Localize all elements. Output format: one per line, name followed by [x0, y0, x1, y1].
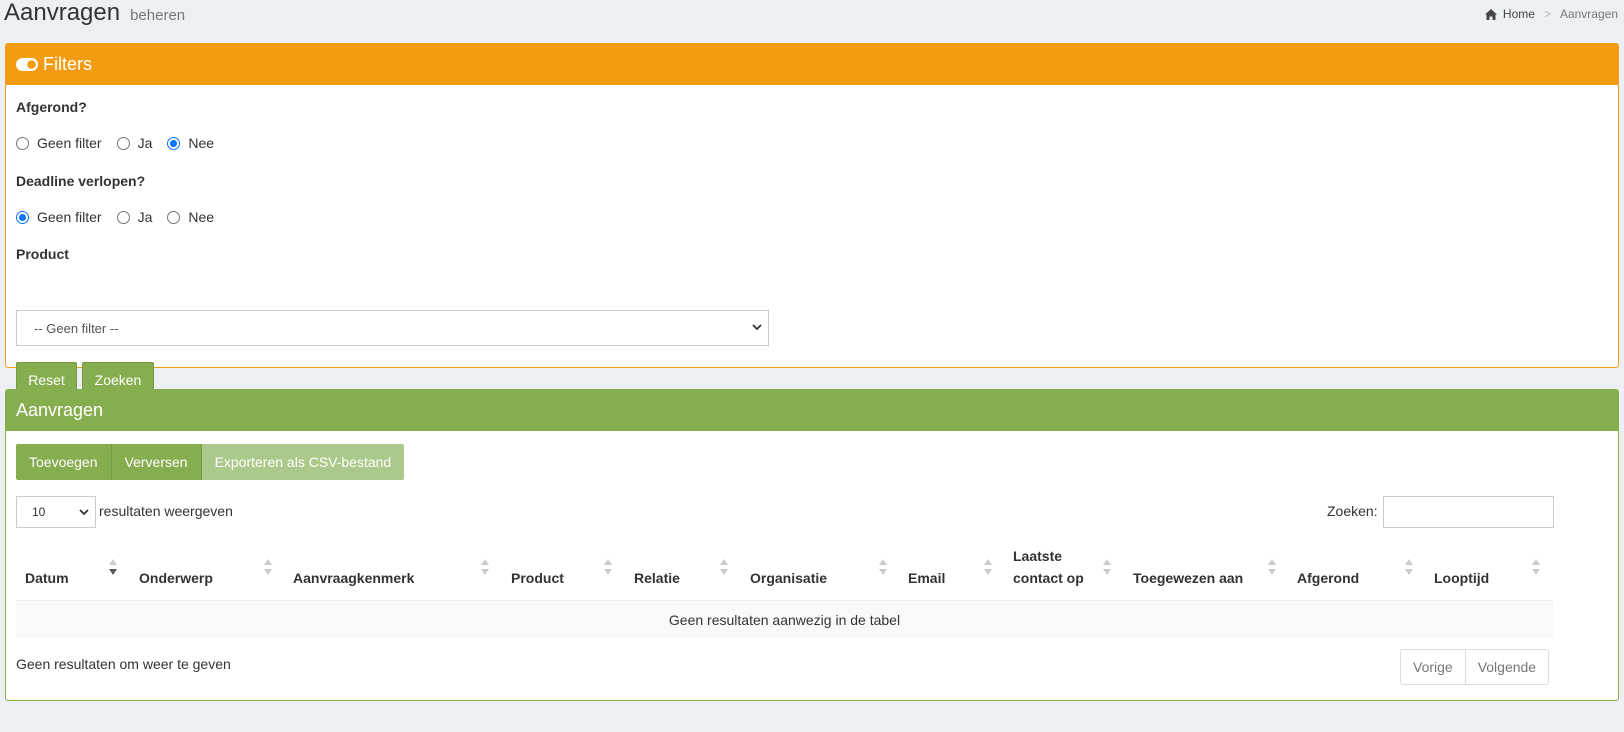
- page-title: Aanvragen beheren: [4, 0, 185, 27]
- home-icon[interactable]: [1484, 8, 1497, 20]
- radio-button-checked[interactable]: [16, 210, 29, 224]
- page-length-value: 10: [32, 505, 46, 519]
- radio-button[interactable]: [116, 210, 130, 224]
- breadcrumb-home[interactable]: Home: [1503, 7, 1535, 21]
- sort-desc-icon: [109, 559, 117, 575]
- afgerond-option-geen-filter[interactable]: Geen filter: [16, 135, 102, 151]
- column-header-email[interactable]: Email: [908, 567, 945, 589]
- previous-page-button[interactable]: Vorige: [1401, 650, 1466, 684]
- deadline-option-ja[interactable]: Ja: [116, 209, 153, 225]
- table-header-row: Datum Onderwerp Aanvraagkenmerk Product …: [16, 542, 1553, 599]
- toggle-on-icon: [16, 58, 38, 71]
- breadcrumb-separator: >: [1543, 7, 1551, 21]
- sort-both-icon: [720, 559, 728, 575]
- table-search-input[interactable]: [1383, 496, 1554, 528]
- export-csv-button[interactable]: Exporteren als CSV-bestand: [201, 444, 405, 480]
- deadline-option-geen-filter[interactable]: Geen filter: [16, 209, 102, 225]
- sort-both-icon: [481, 559, 489, 575]
- radio-label: Nee: [188, 135, 215, 151]
- page-length-label: resultaten weergeven: [99, 503, 233, 519]
- sort-both-icon: [984, 559, 992, 575]
- column-header-looptijd[interactable]: Looptijd: [1434, 567, 1489, 589]
- radio-label: Ja: [137, 135, 153, 151]
- sort-both-icon: [264, 559, 272, 575]
- add-button[interactable]: Toevoegen: [16, 444, 112, 480]
- product-select-value: -- Geen filter --: [34, 320, 119, 336]
- deadline-radio-group: Geen filter Ja Nee: [16, 209, 229, 225]
- column-header-afgerond[interactable]: Afgerond: [1297, 567, 1359, 589]
- product-label: Product: [16, 246, 69, 262]
- radio-button[interactable]: [116, 136, 130, 150]
- radio-label: Geen filter: [37, 209, 102, 225]
- requests-header: Aanvragen: [6, 390, 1618, 431]
- sort-both-icon: [1103, 559, 1111, 575]
- column-header-relatie[interactable]: Relatie: [634, 567, 680, 589]
- sort-both-icon: [1405, 559, 1413, 575]
- column-header-aanvraagkenmerk[interactable]: Aanvraagkenmerk: [293, 567, 414, 589]
- filters-header[interactable]: Filters: [6, 44, 1618, 85]
- radio-label: Geen filter: [37, 135, 102, 151]
- afgerond-label: Afgerond?: [16, 99, 87, 115]
- column-header-laatste-contact-op[interactable]: Laatste contact op: [1013, 545, 1098, 589]
- column-header-datum[interactable]: Datum: [25, 567, 69, 589]
- breadcrumb-current: Aanvragen: [1559, 7, 1618, 21]
- page-subtitle: beheren: [130, 7, 186, 24]
- radio-button-checked[interactable]: [167, 136, 181, 150]
- afgerond-option-ja[interactable]: Ja: [116, 135, 153, 151]
- chevron-down-icon: [752, 323, 762, 331]
- radio-button[interactable]: [16, 136, 29, 150]
- sort-both-icon: [604, 559, 612, 575]
- radio-label: Ja: [137, 209, 153, 225]
- afgerond-radio-group: Geen filter Ja Nee: [16, 135, 229, 151]
- chevron-down-icon: [79, 508, 89, 516]
- table-search-label: Zoeken:: [1327, 503, 1378, 519]
- requests-button-group: Toevoegen Verversen Exporteren als CSV-b…: [16, 444, 405, 480]
- product-select[interactable]: -- Geen filter --: [16, 310, 769, 346]
- table-empty-row: Geen resultaten aanwezig in de tabel: [16, 600, 1553, 638]
- table-info: Geen resultaten om weer te geven: [16, 656, 231, 672]
- sort-both-icon: [879, 559, 887, 575]
- filters-title: Filters: [43, 54, 92, 74]
- column-header-product[interactable]: Product: [511, 567, 564, 589]
- next-page-button[interactable]: Volgende: [1465, 650, 1549, 684]
- requests-title: Aanvragen: [16, 400, 104, 420]
- deadline-label: Deadline verlopen?: [16, 173, 146, 189]
- radio-button[interactable]: [167, 210, 181, 224]
- breadcrumb: Home > Aanvragen: [1484, 7, 1618, 21]
- page-title-text: Aanvragen: [4, 0, 121, 26]
- radio-label: Nee: [188, 209, 215, 225]
- page-header: Aanvragen beheren Home > Aanvragen: [0, 0, 1624, 40]
- refresh-button[interactable]: Verversen: [111, 444, 202, 480]
- page-length-select[interactable]: 10: [16, 496, 96, 528]
- requests-box: Aanvragen Toevoegen Verversen Exporteren…: [5, 389, 1619, 701]
- deadline-option-nee[interactable]: Nee: [167, 209, 214, 225]
- sort-both-icon: [1532, 559, 1540, 575]
- filters-box: Filters Afgerond? Geen filter Ja Nee Dea…: [5, 43, 1619, 398]
- afgerond-option-nee[interactable]: Nee: [167, 135, 214, 151]
- column-header-onderwerp[interactable]: Onderwerp: [139, 567, 213, 589]
- column-header-toegewezen-aan[interactable]: Toegewezen aan: [1133, 567, 1243, 589]
- column-header-organisatie[interactable]: Organisatie: [750, 567, 827, 589]
- sort-both-icon: [1268, 559, 1276, 575]
- pagination: Vorige Volgende: [1400, 649, 1550, 685]
